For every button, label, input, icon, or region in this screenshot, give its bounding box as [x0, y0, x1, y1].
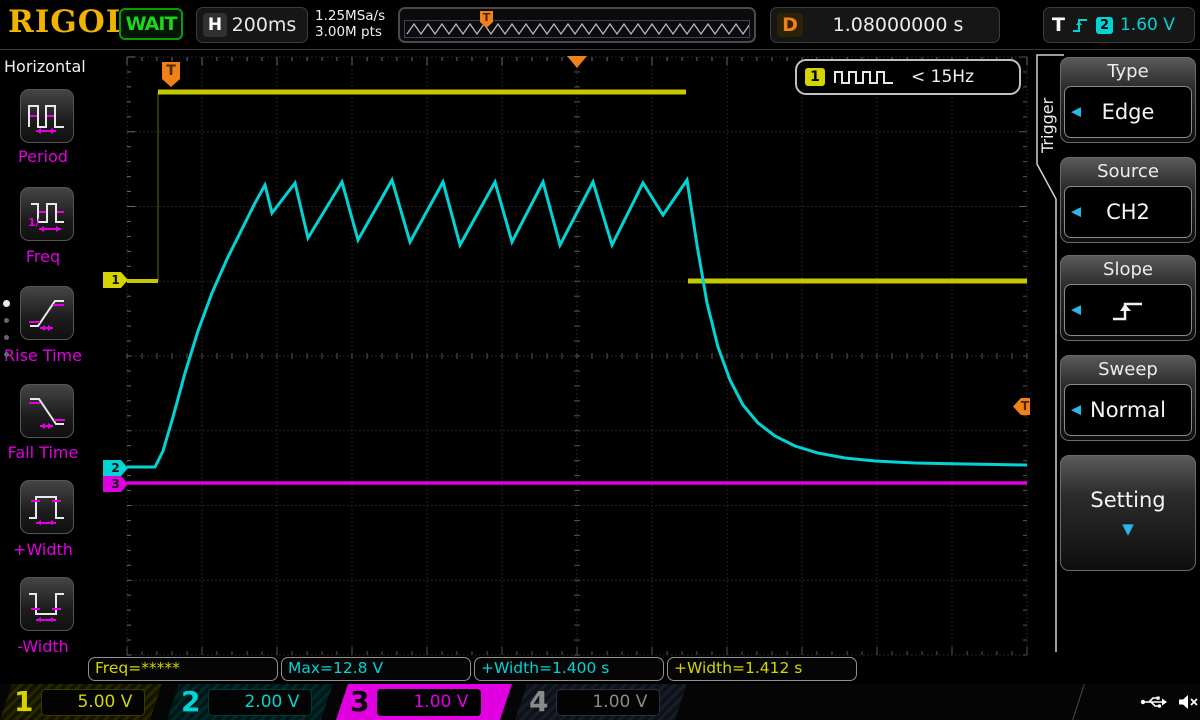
trigger-frequency-text: < 15Hz — [911, 67, 974, 87]
measurement-pwidth-ch2: +Width=1.400 s — [474, 657, 664, 681]
measure-item-pos-width-label: +Width — [0, 540, 86, 559]
horizontal-timebase-box: H 200ms — [196, 7, 308, 43]
measure-item-fall-time[interactable] — [20, 384, 74, 438]
measure-item-rise-time-label: Rise Time — [0, 346, 86, 365]
trigger-label: T — [1052, 14, 1065, 36]
rise-time-icon — [27, 295, 67, 331]
menu-item-slope[interactable]: Slope ◀ — [1060, 255, 1196, 341]
sound-muted-icon — [1177, 693, 1200, 711]
menu-item-sweep[interactable]: Sweep ◀ Normal — [1060, 355, 1196, 441]
menu-setting-title: Setting — [1061, 488, 1195, 512]
measure-sidebar-title: Horizontal — [4, 57, 86, 76]
page-indicator-dot-active — [3, 300, 10, 307]
period-icon — [27, 98, 67, 134]
menu-type-value: Edge — [1065, 87, 1191, 137]
top-status-bar: RIGOL WAIT H 200ms 1.25MSa/s 3.00M pts T… — [0, 0, 1200, 50]
page-indicator-dot — [4, 352, 9, 357]
menu-slope-title: Slope — [1061, 256, 1195, 284]
menu-sweep-title: Sweep — [1061, 356, 1195, 384]
measurement-max: Max=12.8 V — [281, 657, 471, 681]
trigger-menu-tab: Trigger — [1038, 65, 1060, 185]
trigger-channel-badge: 1 — [805, 68, 825, 86]
trigger-menu-panel: Trigger Type ◀ Edge Source ◀ CH2 Slope ◀… — [1030, 51, 1200, 684]
freq-icon: 1/ — [27, 196, 67, 232]
channel-2-scale: 2.00 V — [244, 692, 299, 712]
preview-window — [404, 20, 750, 38]
left-triangle-icon: ◀ — [1071, 105, 1081, 120]
channel-1-number: 1 — [14, 685, 33, 719]
measurement-pwidth-ch1: +Width=1.412 s — [667, 657, 857, 681]
channel-3-scale: 1.00 V — [413, 692, 468, 712]
left-triangle-icon: ◀ — [1071, 303, 1081, 318]
trigger-level-value: 1.60 V — [1120, 15, 1175, 35]
usb-icon — [1140, 694, 1167, 710]
timebase-value: 200ms — [227, 14, 301, 36]
menu-item-type[interactable]: Type ◀ Edge — [1060, 57, 1196, 143]
graticule-and-traces — [85, 55, 1030, 659]
channel-3-number: 3 — [350, 685, 369, 719]
measure-item-period-label: Period — [0, 147, 86, 166]
rigol-logo: RIGOL — [8, 4, 129, 40]
trigger-source-badge: 2 — [1096, 17, 1113, 34]
waveform-display: T T 1 2 3 1 < 15Hz Freq=***** Max=12.8 V… — [85, 51, 1031, 684]
channel-2-number: 2 — [181, 685, 200, 719]
channel-status-bar: 1 5.00 V 2 2.00 V 3 1.00 V 4 1.00 V — [0, 684, 1200, 720]
down-triangle-icon: ▼ — [1061, 520, 1195, 538]
left-triangle-icon: ◀ — [1071, 205, 1081, 220]
menu-item-source[interactable]: Source ◀ CH2 — [1060, 157, 1196, 243]
ch2-charge-sawtooth-decay — [127, 180, 1027, 467]
memory-depth: 3.00M pts — [315, 24, 385, 40]
rising-edge-icon — [1111, 299, 1145, 323]
minus-width-icon — [27, 586, 67, 622]
channel-4-number: 4 — [529, 685, 548, 719]
channel-2-status[interactable]: 2 2.00 V — [167, 684, 333, 720]
page-indicator-dot — [4, 318, 9, 323]
channel-4-status[interactable]: 4 1.00 V — [515, 684, 687, 720]
measure-item-neg-width[interactable] — [20, 577, 74, 631]
delay-value: 1.08000000 s — [803, 14, 993, 36]
divider — [1072, 684, 1085, 720]
channel-1-status[interactable]: 1 5.00 V — [0, 684, 162, 720]
delay-label: D — [777, 13, 803, 37]
menu-type-title: Type — [1061, 58, 1195, 86]
plus-width-icon — [27, 489, 67, 525]
waveform-preview: T — [398, 7, 756, 43]
fall-time-icon — [27, 393, 67, 429]
horizontal-label: H — [203, 13, 227, 37]
preview-waveform — [405, 21, 749, 37]
page-indicator-dot — [4, 335, 9, 340]
measure-item-freq-label: Freq — [0, 247, 86, 266]
channel-3-status-selected[interactable]: 3 1.00 V — [336, 684, 512, 720]
trigger-center-marker-icon[interactable] — [567, 56, 587, 68]
sample-rate: 1.25MSa/s — [315, 8, 385, 24]
measurement-freq: Freq=***** — [88, 657, 278, 681]
channel-1-scale: 5.00 V — [77, 692, 132, 712]
oscilloscope-screen: { "colors": { "ch1": "#d4d400", "ch2": "… — [0, 0, 1200, 720]
menu-item-setting[interactable]: Setting ▼ — [1060, 455, 1196, 571]
measure-item-pos-width[interactable] — [20, 480, 74, 534]
rising-edge-icon — [1072, 17, 1089, 33]
trigger-readout-box: T 2 1.60 V — [1043, 7, 1195, 43]
trigger-frequency-overlay: 1 < 15Hz — [795, 59, 1021, 95]
menu-sweep-value: Normal — [1065, 385, 1191, 435]
measure-item-period[interactable] — [20, 89, 74, 143]
acquisition-status-badge: WAIT — [119, 8, 183, 40]
sample-rate-readout: 1.25MSa/s 3.00M pts — [315, 8, 385, 40]
measure-item-freq[interactable]: 1/ — [20, 187, 74, 241]
left-triangle-icon: ◀ — [1071, 403, 1081, 418]
measure-item-neg-width-label: -Width — [0, 637, 86, 656]
pulse-train-icon — [833, 68, 903, 86]
channel-4-scale: 1.00 V — [592, 692, 647, 712]
menu-source-title: Source — [1061, 158, 1195, 186]
measure-item-fall-time-label: Fall Time — [0, 443, 86, 462]
svg-text:1/: 1/ — [28, 216, 41, 229]
measure-item-rise-time[interactable] — [20, 286, 74, 340]
delay-readout-box: D 1.08000000 s — [770, 7, 1000, 43]
measure-sidebar: Horizontal Period 1/ Freq Rise T — [0, 51, 86, 684]
menu-source-value: CH2 — [1065, 187, 1191, 237]
